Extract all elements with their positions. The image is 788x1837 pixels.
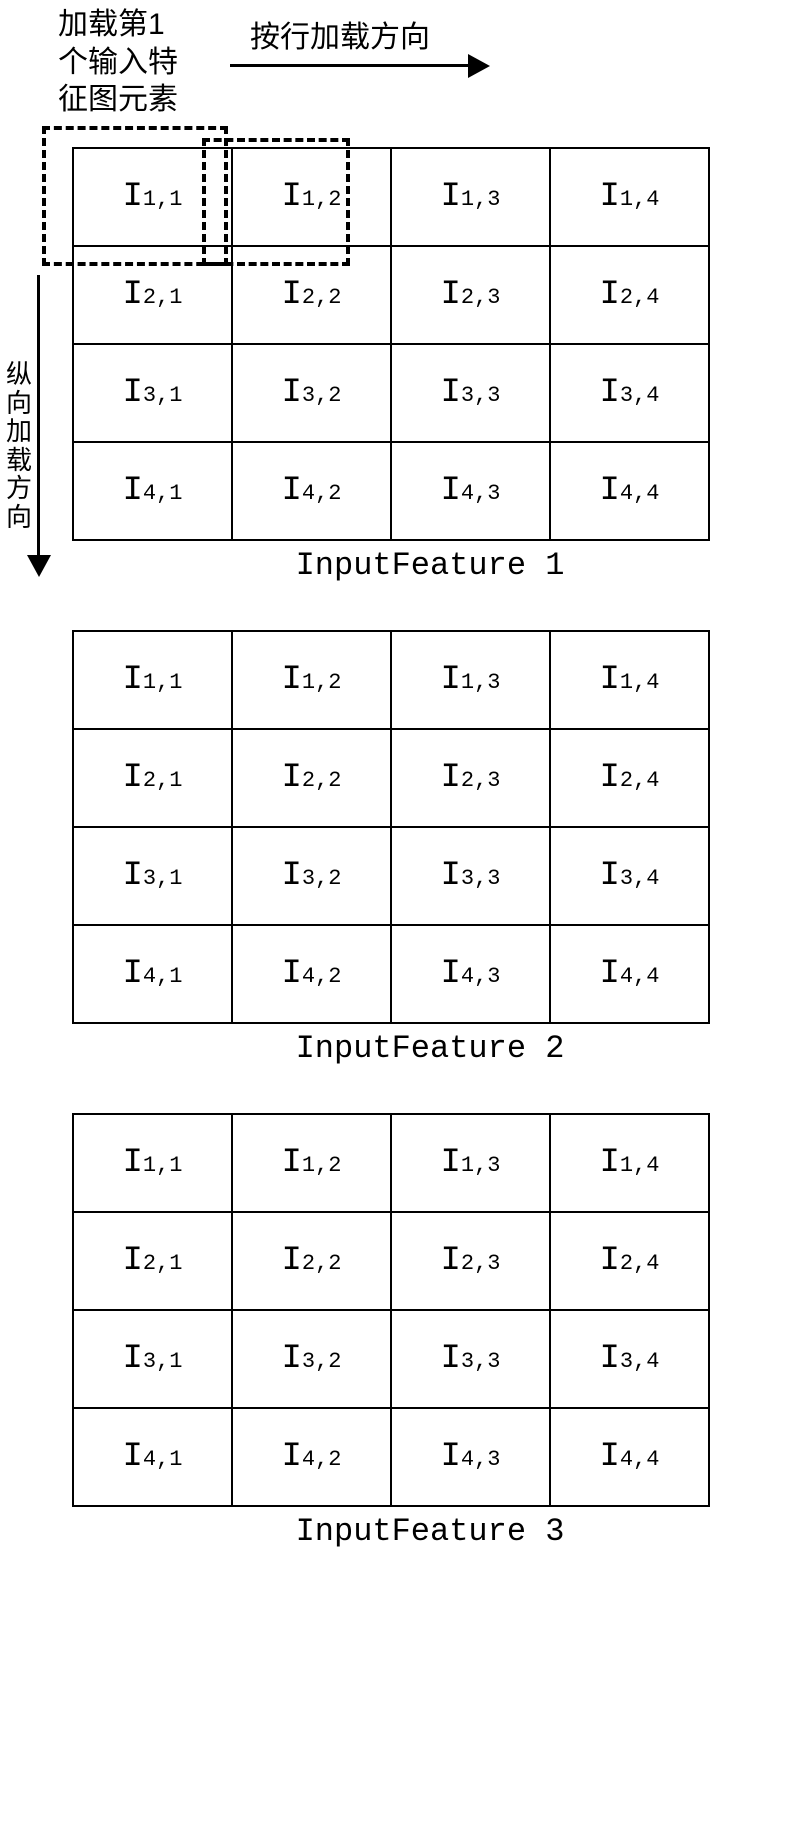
cell: I4,1 xyxy=(73,442,232,540)
cell: I2,3 xyxy=(391,1212,550,1310)
cell: I1,1 xyxy=(73,1114,232,1212)
col-dir-char: 方 xyxy=(6,473,32,503)
cell: I4,3 xyxy=(391,925,550,1023)
cell: I1,3 xyxy=(391,148,550,246)
arrow-down-head-icon xyxy=(27,555,51,577)
cell: I4,3 xyxy=(391,1408,550,1506)
cell: I4,4 xyxy=(550,925,709,1023)
feature-grid-1: I1,1 I1,2 I1,3 I1,4 I2,1 I2,2 I2,3 I2,4 … xyxy=(72,147,710,541)
cell: I4,3 xyxy=(391,442,550,540)
col-direction-label: 纵 向 加 载 方 向 xyxy=(6,360,32,532)
diagram-page: 加载第1 个输入特 征图元素 按行加载方向 纵 向 加 载 方 向 I1,1 I… xyxy=(0,0,788,1636)
cell: I1,2 xyxy=(232,1114,391,1212)
input-feature-2: I1,1 I1,2 I1,3 I1,4 I2,1 I2,2 I2,3 I2,4 … xyxy=(72,630,788,1067)
cell: I3,1 xyxy=(73,827,232,925)
cell: I3,2 xyxy=(232,344,391,442)
col-dir-char: 载 xyxy=(6,445,32,475)
input-feature-3: I1,1 I1,2 I1,3 I1,4 I2,1 I2,2 I2,3 I2,4 … xyxy=(72,1113,788,1550)
cell: I1,4 xyxy=(550,148,709,246)
feature-caption-2: InputFeature 2 xyxy=(72,1030,788,1067)
cell: I4,4 xyxy=(550,442,709,540)
cell: I3,3 xyxy=(391,1310,550,1408)
cell: I1,3 xyxy=(391,631,550,729)
col-dir-char: 加 xyxy=(6,416,32,446)
cell: I3,4 xyxy=(550,1310,709,1408)
cell: I3,4 xyxy=(550,827,709,925)
cell: I2,2 xyxy=(232,729,391,827)
cell: I2,2 xyxy=(232,1212,391,1310)
feature-tables: I1,1 I1,2 I1,3 I1,4 I2,1 I2,2 I2,3 I2,4 … xyxy=(72,12,788,1550)
cell: I4,2 xyxy=(232,925,391,1023)
cell: I3,2 xyxy=(232,1310,391,1408)
col-dir-char: 纵 xyxy=(6,359,32,389)
cell: I4,1 xyxy=(73,1408,232,1506)
cell: I3,3 xyxy=(391,344,550,442)
col-direction-arrow xyxy=(37,275,51,577)
input-feature-1: I1,1 I1,2 I1,3 I1,4 I2,1 I2,2 I2,3 I2,4 … xyxy=(72,147,788,584)
cell: I4,2 xyxy=(232,442,391,540)
cell: I3,4 xyxy=(550,344,709,442)
cell: I4,2 xyxy=(232,1408,391,1506)
cell: I1,2 xyxy=(232,148,391,246)
cell: I1,1 xyxy=(73,631,232,729)
feature-grid-3: I1,1 I1,2 I1,3 I1,4 I2,1 I2,2 I2,3 I2,4 … xyxy=(72,1113,710,1507)
cell: I2,3 xyxy=(391,729,550,827)
cell: I3,3 xyxy=(391,827,550,925)
cell: I2,4 xyxy=(550,729,709,827)
cell: I2,1 xyxy=(73,246,232,344)
feature-caption-1: InputFeature 1 xyxy=(72,547,788,584)
feature-grid-2: I1,1 I1,2 I1,3 I1,4 I2,1 I2,2 I2,3 I2,4 … xyxy=(72,630,710,1024)
cell: I4,4 xyxy=(550,1408,709,1506)
cell: I1,1 xyxy=(73,148,232,246)
feature-caption-3: InputFeature 3 xyxy=(72,1513,788,1550)
cell: I1,2 xyxy=(232,631,391,729)
arrow-down-shaft xyxy=(37,275,40,555)
cell: I1,3 xyxy=(391,1114,550,1212)
col-dir-char: 向 xyxy=(6,388,32,418)
cell: I4,1 xyxy=(73,925,232,1023)
cell: I3,1 xyxy=(73,1310,232,1408)
cell: I2,1 xyxy=(73,729,232,827)
cell: I2,2 xyxy=(232,246,391,344)
cell: I3,2 xyxy=(232,827,391,925)
cell: I3,1 xyxy=(73,344,232,442)
cell: I1,4 xyxy=(550,631,709,729)
cell: I2,4 xyxy=(550,1212,709,1310)
cell: I2,3 xyxy=(391,246,550,344)
cell: I2,1 xyxy=(73,1212,232,1310)
cell: I1,4 xyxy=(550,1114,709,1212)
cell: I2,4 xyxy=(550,246,709,344)
col-dir-char: 向 xyxy=(6,502,32,532)
